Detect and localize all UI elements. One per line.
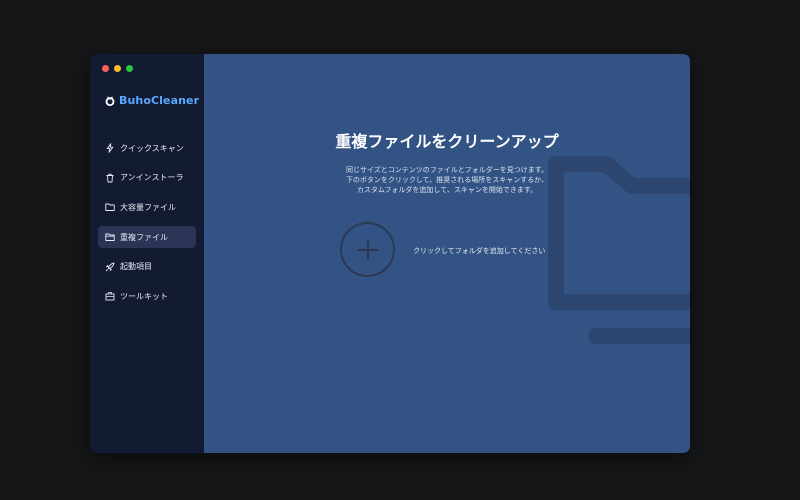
rocket-icon <box>105 262 115 272</box>
sidebar-item-label: 起動項目 <box>120 262 152 272</box>
sidebar-item-label: 大容量ファイル <box>120 202 176 212</box>
buho-logo-icon <box>105 95 115 106</box>
sidebar-item-startup-items[interactable]: 起動項目 <box>98 256 196 278</box>
sidebar-item-label: 重複ファイル <box>120 232 168 242</box>
sidebar-nav: クイックスキャン アンインストーラ 大容量ファイル 重複ファイル 起動項目 ツー… <box>98 137 196 315</box>
description-line: 同じサイズとコンテンツのファイルとフォルダーを見つけます。 <box>345 166 549 174</box>
sidebar-item-uninstaller[interactable]: アンインストーラ <box>98 167 196 189</box>
minimize-window-button[interactable] <box>114 65 121 72</box>
add-folder-button[interactable] <box>340 222 395 277</box>
toolbox-icon <box>105 292 115 301</box>
app-window: BuhoCleaner クイックスキャン アンインストーラ 大容量ファイル 重複… <box>90 54 690 453</box>
sidebar-item-quick-scan[interactable]: クイックスキャン <box>98 137 196 159</box>
brand: BuhoCleaner <box>105 94 199 107</box>
folder-icon <box>105 203 115 212</box>
sidebar-item-label: クイックスキャン <box>120 143 184 153</box>
app-name: BuhoCleaner <box>119 94 200 107</box>
trash-icon <box>106 173 114 183</box>
window-controls <box>102 65 133 72</box>
add-folder-hint: クリックしてフォルダを追加してください <box>413 247 546 255</box>
sidebar-item-duplicate-files[interactable]: 重複ファイル <box>98 226 196 249</box>
page-title: 重複ファイルをクリーンアップ <box>335 132 559 151</box>
sidebar-item-large-files[interactable]: 大容量ファイル <box>98 196 196 218</box>
plus-icon <box>357 239 378 260</box>
main-panel: 重複ファイルをクリーンアップ 同じサイズとコンテンツのファイルとフォルダーを見つ… <box>204 54 690 453</box>
sidebar: BuhoCleaner クイックスキャン アンインストーラ 大容量ファイル 重複… <box>90 54 204 453</box>
zoom-window-button[interactable] <box>126 65 133 72</box>
page-description: 同じサイズとコンテンツのファイルとフォルダーを見つけます。 下のボタンをクリック… <box>204 165 690 195</box>
duplicate-folder-icon <box>105 233 115 242</box>
sidebar-item-label: アンインストーラ <box>120 173 184 183</box>
description-line: 下のボタンをクリックして、推奨される場所をスキャンするか、 <box>345 176 549 184</box>
description-line: カスタムフォルダを追加して、スキャンを開始できます。 <box>356 186 538 194</box>
close-window-button[interactable] <box>102 65 109 72</box>
sidebar-item-toolkit[interactable]: ツールキット <box>98 285 196 307</box>
lightning-icon <box>106 143 114 153</box>
sidebar-item-label: ツールキット <box>120 291 168 301</box>
